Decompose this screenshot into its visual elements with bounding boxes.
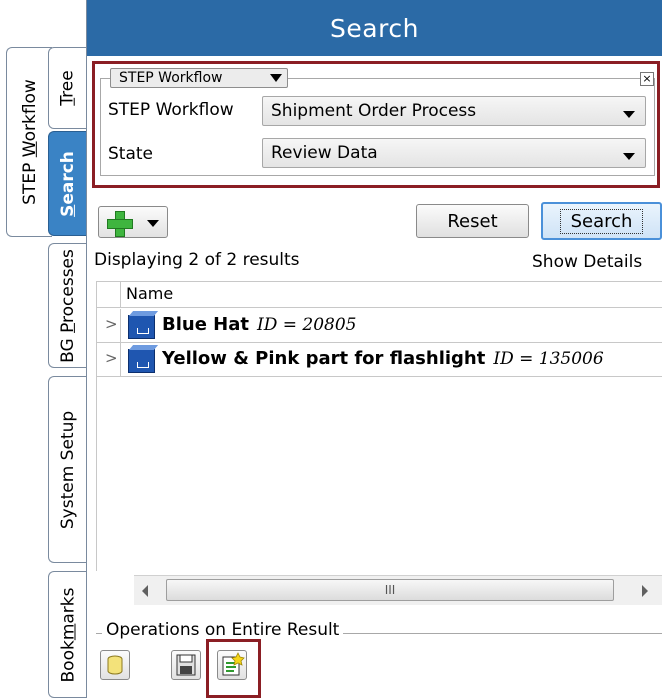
table-row[interactable]: > Blue Hat ID = 20805	[96, 309, 662, 343]
workflow-group-selector[interactable]: STEP Workflow	[110, 68, 288, 88]
tab-search[interactable]: Search	[48, 131, 87, 236]
expand-icon[interactable]: >	[105, 315, 118, 333]
product-icon	[128, 315, 155, 339]
horizontal-scrollbar[interactable]: III	[134, 575, 662, 605]
column-header-name[interactable]: Name	[96, 282, 662, 308]
tab-system-setup[interactable]: System Setup	[48, 376, 87, 563]
panel-title: Search	[87, 0, 662, 56]
chevron-down-icon	[270, 74, 282, 82]
add-criteria-button[interactable]	[98, 206, 168, 238]
workflow-label: STEP Workflow	[108, 100, 234, 120]
export-highlight	[206, 639, 261, 698]
save-icon	[176, 654, 196, 676]
plus-icon	[107, 211, 133, 237]
chevron-down-icon	[623, 111, 635, 118]
table-row[interactable]: > Yellow & Pink part for flashlight ID = …	[96, 343, 662, 377]
operations-title: Operations on Entire Result	[102, 620, 344, 640]
row-name: Blue Hat	[162, 314, 249, 335]
search-button[interactable]: Search	[541, 202, 662, 240]
reset-button[interactable]: Reset	[416, 204, 529, 238]
tab-bookmarks[interactable]: Bookmarks	[48, 571, 87, 698]
tab-step-workflow[interactable]: STEP Workflow	[6, 47, 52, 237]
tab-bg-processes[interactable]: BG Processes	[48, 243, 87, 368]
database-icon	[107, 655, 123, 675]
workflow-select[interactable]: Shipment Order Process	[262, 96, 646, 126]
close-icon[interactable]: ×	[640, 72, 654, 86]
row-id: ID = 20805	[257, 315, 357, 335]
results-summary: Displaying 2 of 2 results	[94, 250, 300, 270]
state-select[interactable]: Review Data	[262, 138, 646, 168]
chevron-down-icon	[147, 220, 159, 227]
state-label: State	[108, 144, 153, 164]
row-id: ID = 135006	[493, 349, 604, 369]
scrollbar-thumb[interactable]: III	[166, 579, 614, 601]
row-name: Yellow & Pink part for flashlight	[162, 348, 486, 369]
save-button[interactable]	[171, 650, 201, 680]
chevron-down-icon	[623, 153, 635, 160]
show-details-link[interactable]: Show Details	[532, 252, 642, 272]
expand-icon[interactable]: >	[105, 349, 118, 367]
database-button[interactable]	[100, 650, 130, 680]
tab-tree[interactable]: Tree	[48, 47, 87, 129]
scroll-right-icon[interactable]	[642, 585, 648, 597]
scroll-left-icon[interactable]	[142, 585, 148, 597]
product-icon	[128, 349, 155, 373]
